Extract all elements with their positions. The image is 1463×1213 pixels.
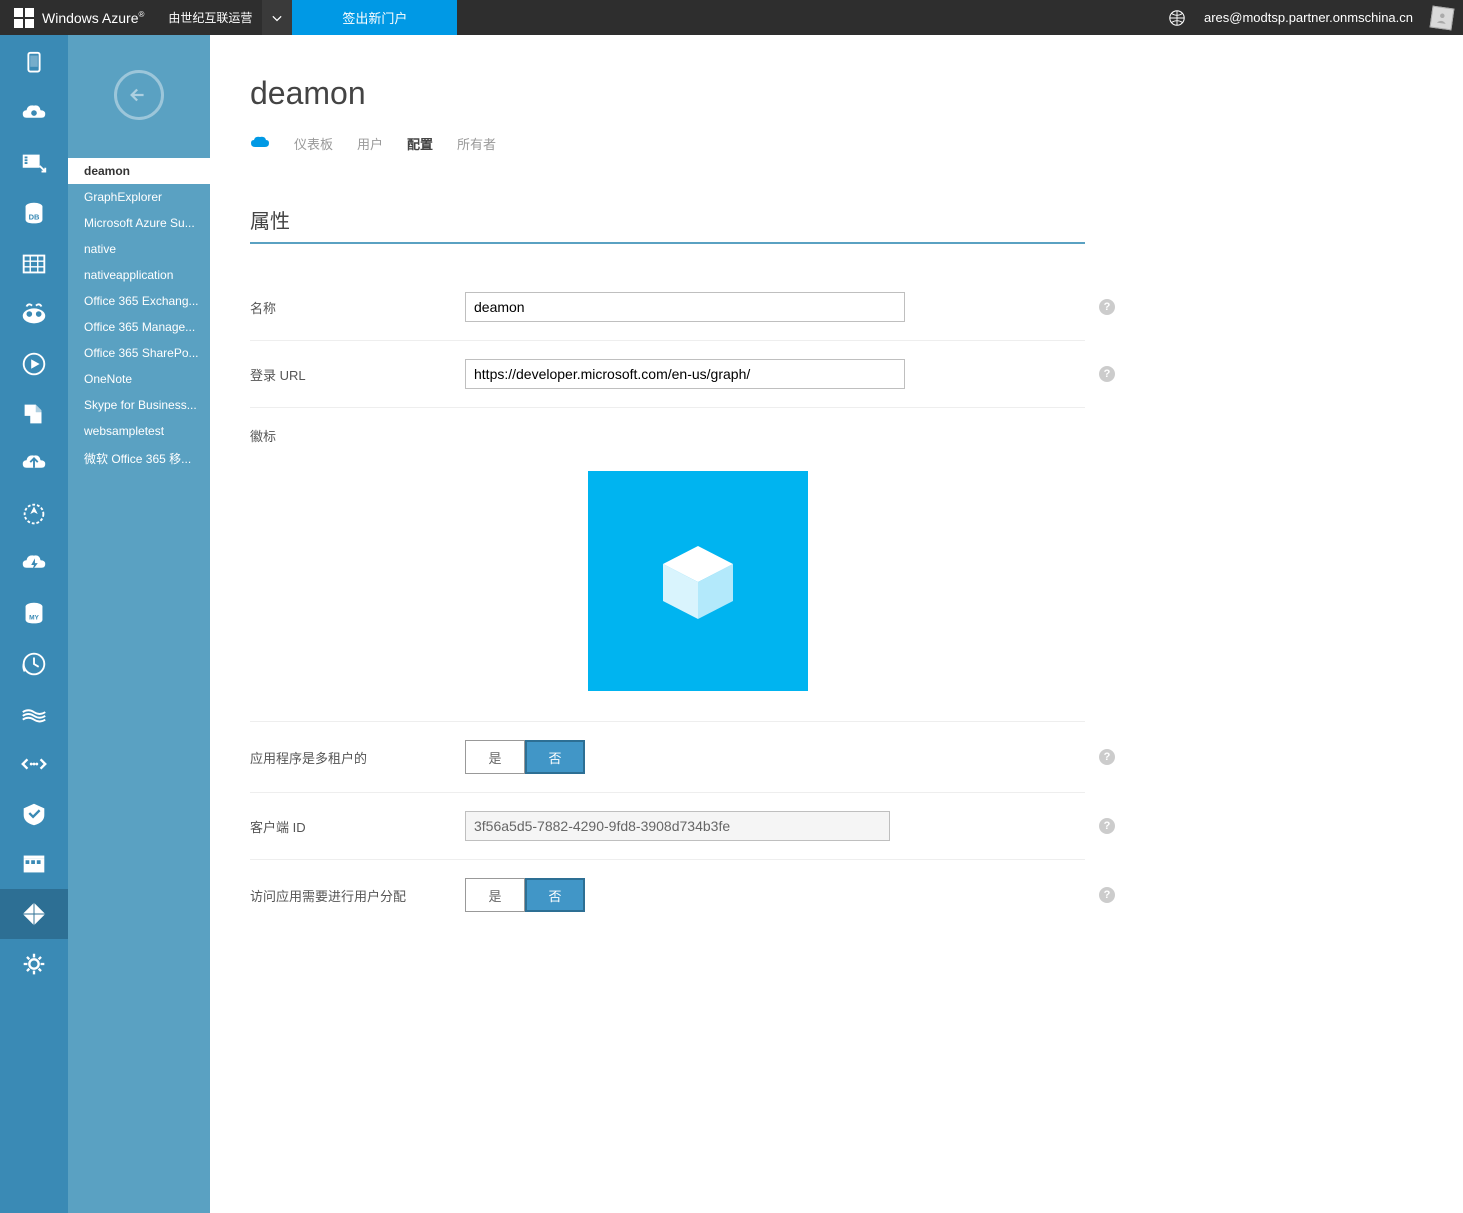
nav-cloud-sync-icon[interactable]: [0, 439, 68, 489]
help-icon[interactable]: ?: [1099, 366, 1115, 382]
toggle-multitenant-yes[interactable]: 是: [465, 740, 525, 774]
back-button[interactable]: [114, 70, 164, 120]
arrow-left-icon: [128, 84, 150, 106]
nav-table-icon[interactable]: [0, 239, 68, 289]
row-multitenant: 应用程序是多租户的 是 否 ?: [250, 722, 1085, 793]
nav-servicebus-icon[interactable]: [0, 389, 68, 439]
sidebar-item-o365-exchange[interactable]: Office 365 Exchang...: [68, 288, 210, 314]
svg-text:MY: MY: [29, 615, 39, 622]
nav-cdn-icon[interactable]: [0, 139, 68, 189]
sidebar-item-deamon[interactable]: deamon: [68, 158, 210, 184]
sidebar-item-websampletest[interactable]: websampletest: [68, 418, 210, 444]
side-panel: deamon GraphExplorer Microsoft Azure Su.…: [68, 35, 210, 1213]
left-nav-strip: DB MY: [0, 35, 68, 1213]
input-client-id: [465, 811, 890, 841]
globe-icon[interactable]: [1168, 9, 1186, 27]
page-title: deamon: [250, 75, 1415, 112]
brand-text: Windows Azure®: [42, 10, 144, 26]
row-signon-url: 登录 URL ?: [250, 341, 1085, 408]
sidebar-item-nativeapplication[interactable]: nativeapplication: [68, 262, 210, 288]
toggle-user-assignment: 是 否: [465, 878, 1085, 912]
row-user-assignment: 访问应用需要进行用户分配 是 否 ?: [250, 860, 1085, 930]
help-icon[interactable]: ?: [1099, 887, 1115, 903]
toggle-userassign-no[interactable]: 否: [525, 878, 585, 912]
label-name: 名称: [250, 298, 465, 317]
help-icon[interactable]: ?: [1099, 818, 1115, 834]
sidebar-item-azure-su[interactable]: Microsoft Azure Su...: [68, 210, 210, 236]
nav-mobile-icon[interactable]: [0, 39, 68, 89]
nav-cloud-settings-icon[interactable]: [0, 89, 68, 139]
nav-mysql-icon[interactable]: MY: [0, 589, 68, 639]
topbar: Windows Azure® 由世纪互联运营 签出新门户 ares@modtsp…: [0, 0, 1463, 35]
sidebar-item-onenote[interactable]: OneNote: [68, 366, 210, 392]
sidebar-item-skype[interactable]: Skype for Business...: [68, 392, 210, 418]
windows-logo-icon: [14, 8, 34, 28]
operator-text: 由世纪互联运营: [158, 9, 262, 26]
user-email[interactable]: ares@modtsp.partner.onmschina.cn: [1204, 10, 1413, 25]
nav-settings-icon[interactable]: [0, 939, 68, 989]
label-logo: 徽标: [250, 426, 465, 445]
label-user-assignment: 访问应用需要进行用户分配: [250, 886, 465, 905]
label-signon-url: 登录 URL: [250, 365, 465, 384]
nav-scheduler-icon[interactable]: [0, 639, 68, 689]
cube-icon: [648, 531, 748, 631]
nav-media-icon[interactable]: [0, 339, 68, 389]
toggle-multitenant: 是 否: [465, 740, 1085, 774]
sidebar-item-graphexplorer[interactable]: GraphExplorer: [68, 184, 210, 210]
nav-recovery-icon[interactable]: [0, 789, 68, 839]
svg-text:DB: DB: [29, 213, 40, 222]
sidebar-item-o365-manage[interactable]: Office 365 Manage...: [68, 314, 210, 340]
sidebar-item-native[interactable]: native: [68, 236, 210, 262]
avatar-icon: [1435, 11, 1449, 25]
cloud-icon: [250, 135, 270, 152]
section-properties-title: 属性: [250, 205, 1085, 244]
nav-activedirectory-icon[interactable]: [0, 889, 68, 939]
sidebar-item-o365-cn[interactable]: 微软 Office 365 移...: [68, 444, 210, 473]
avatar[interactable]: [1430, 5, 1455, 30]
row-client-id: 客户端 ID ?: [250, 793, 1085, 860]
help-icon[interactable]: ?: [1099, 749, 1115, 765]
tab-users[interactable]: 用户: [357, 134, 383, 153]
tab-owners[interactable]: 所有者: [457, 134, 496, 153]
toggle-userassign-yes[interactable]: 是: [465, 878, 525, 912]
nav-traffic-icon[interactable]: [0, 689, 68, 739]
input-signon-url[interactable]: [465, 359, 905, 389]
tab-config[interactable]: 配置: [407, 134, 433, 153]
nav-automation-icon[interactable]: [0, 489, 68, 539]
row-name: 名称 ?: [250, 274, 1085, 341]
tab-dashboard[interactable]: 仪表板: [294, 134, 333, 153]
nav-api-icon[interactable]: [0, 739, 68, 789]
tabs: 仪表板 用户 配置 所有者: [250, 134, 1415, 153]
topbar-dropdown[interactable]: [262, 0, 292, 35]
label-client-id: 客户端 ID: [250, 817, 465, 836]
label-multitenant: 应用程序是多租户的: [250, 748, 465, 767]
input-name[interactable]: [465, 292, 905, 322]
content-area: deamon 仪表板 用户 配置 所有者 属性 名称 ? 登录 URL ? 徽标: [210, 35, 1463, 1213]
app-logo-tile[interactable]: [588, 471, 808, 691]
nav-marketplace-icon[interactable]: [0, 839, 68, 889]
sidebar-item-o365-sharepoint[interactable]: Office 365 SharePo...: [68, 340, 210, 366]
nav-hdinsight-icon[interactable]: [0, 289, 68, 339]
azure-logo: Windows Azure®: [0, 8, 158, 28]
toggle-multitenant-no[interactable]: 否: [525, 740, 585, 774]
nav-cloud-bolt-icon[interactable]: [0, 539, 68, 589]
new-portal-button[interactable]: 签出新门户: [292, 0, 457, 35]
nav-database-icon[interactable]: DB: [0, 189, 68, 239]
help-icon[interactable]: ?: [1099, 299, 1115, 315]
row-logo: 徽标: [250, 408, 1085, 463]
chevron-down-icon: [272, 13, 282, 23]
